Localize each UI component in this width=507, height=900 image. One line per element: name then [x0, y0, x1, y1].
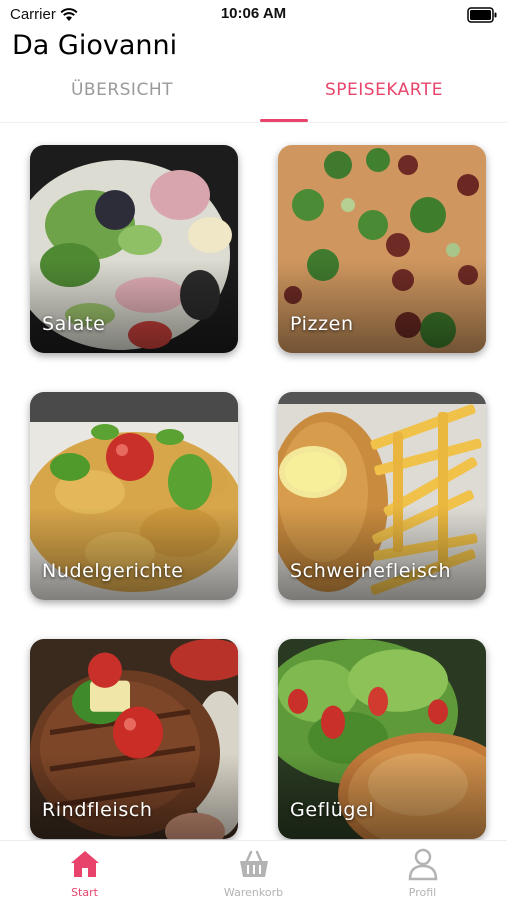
nav-item-profil[interactable]: Profil — [338, 841, 507, 900]
tab-bar: ÜBERSICHT SPEISEKARTE — [0, 72, 507, 123]
person-icon — [408, 848, 438, 881]
category-label-gefluegel: Geflügel — [290, 799, 375, 821]
nav-label-warenkorb: Warenkorb — [223, 886, 284, 899]
category-card-salate[interactable]: Salate — [30, 145, 238, 353]
category-card-nudelgerichte[interactable]: Nudelgerichte — [30, 392, 238, 600]
nav-item-start[interactable]: Start — [0, 841, 169, 900]
category-label-schweinefleisch: Schweinefleisch — [290, 560, 452, 582]
nav-label-profil: Profil — [408, 886, 437, 899]
category-label-nudelgerichte: Nudelgerichte — [42, 560, 184, 582]
category-card-schweinefleisch[interactable]: Schweinefleisch — [278, 392, 486, 600]
tab-overview[interactable]: ÜBERSICHT — [0, 80, 244, 100]
category-label-rindfleisch: Rindfleisch — [42, 799, 153, 821]
status-bar: Carrier 10:06 AM — [0, 0, 507, 30]
home-icon — [71, 851, 99, 877]
category-card-gefluegel[interactable]: Geflügel — [278, 639, 486, 839]
nav-item-warenkorb[interactable]: Warenkorb — [169, 841, 338, 900]
battery-icon — [467, 7, 497, 23]
tab-divider — [0, 122, 507, 123]
category-card-pizzen[interactable]: Pizzen — [278, 145, 486, 353]
page-title: Da Giovanni — [12, 30, 178, 61]
category-label-pizzen: Pizzen — [290, 313, 354, 335]
bottom-nav: Start Warenkorb Profil — [0, 840, 507, 900]
status-time: 10:06 AM — [220, 5, 287, 22]
nav-label-start: Start — [71, 886, 98, 899]
basket-icon — [240, 850, 268, 877]
category-card-rindfleisch[interactable]: Rindfleisch — [30, 639, 238, 839]
category-label-salate: Salate — [42, 313, 106, 335]
tab-menu[interactable]: SPEISEKARTE — [262, 80, 506, 100]
